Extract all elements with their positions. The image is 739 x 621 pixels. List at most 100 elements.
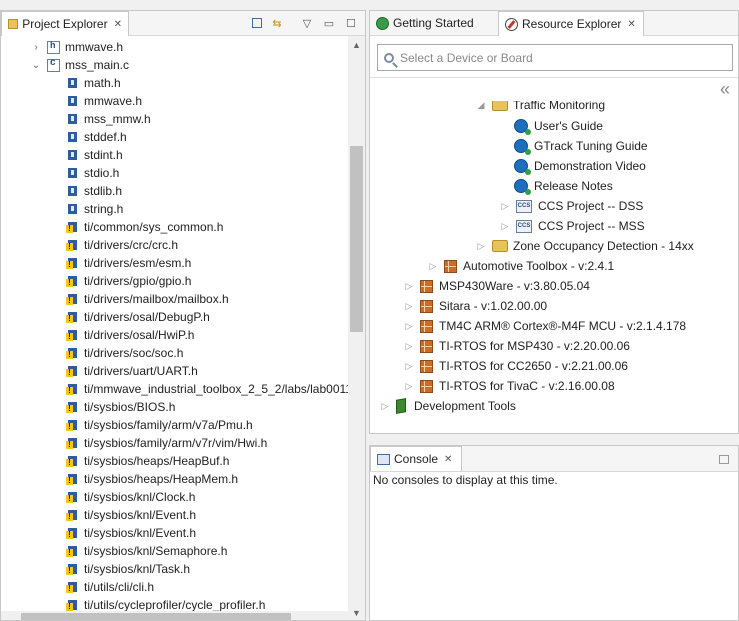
include-icon xyxy=(67,149,78,162)
collapse-all-icon[interactable] xyxy=(249,15,265,31)
resource-tree-item[interactable]: ▷ Sitara - v:1.02.00.00 xyxy=(404,296,548,316)
collapsed-arrow-icon[interactable]: ▷ xyxy=(404,361,414,372)
resource-tree-item[interactable]: GTrack Tuning Guide xyxy=(514,136,648,156)
tree-item[interactable]: ti/drivers/gpio/gpio.h xyxy=(66,272,191,290)
close-icon[interactable]: ✕ xyxy=(114,19,122,30)
resource-tree-item[interactable]: ▷ TI-RTOS for TivaC - v:2.16.00.08 xyxy=(404,376,615,396)
collapsed-arrow-icon[interactable]: ▷ xyxy=(404,281,414,292)
tab-getting-started[interactable]: Getting Started xyxy=(370,11,498,35)
folder-open-icon xyxy=(492,101,508,111)
tree-item[interactable]: stddef.h xyxy=(67,128,127,146)
include-icon xyxy=(67,167,78,180)
resource-tree-item[interactable]: ▷ Development Tools xyxy=(380,396,516,416)
tree-item[interactable]: ti/sysbios/knl/Clock.h xyxy=(66,488,195,506)
tree-item[interactable]: ti/drivers/soc/soc.h xyxy=(66,344,183,362)
project-explorer-view: Project Explorer ✕ ⇆ ▽ ▭ ☐ › mmwave.h ⌄ mss… xyxy=(0,10,366,621)
tree-item[interactable]: mmwave.h xyxy=(67,92,142,110)
resource-tree-item[interactable]: Demonstration Video xyxy=(514,156,646,176)
collapsed-arrow-icon[interactable]: ▷ xyxy=(500,201,510,212)
tree-item[interactable]: › mmwave.h xyxy=(31,38,123,56)
tree-item[interactable]: ti/drivers/mailbox/mailbox.h xyxy=(66,290,229,308)
collapsed-arrow-icon[interactable]: ▷ xyxy=(404,301,414,312)
close-icon[interactable]: ✕ xyxy=(627,19,635,30)
document-link-icon xyxy=(514,179,531,195)
tree-item[interactable]: ti/common/sys_common.h xyxy=(66,218,223,236)
resource-tree-item[interactable]: ▷ TI-RTOS for MSP430 - v:2.20.00.06 xyxy=(404,336,630,356)
collapsed-arrow-icon[interactable]: ▷ xyxy=(404,321,414,332)
ccs-project-icon: CCS xyxy=(516,219,532,233)
tree-item[interactable]: ti/sysbios/knl/Event.h xyxy=(66,524,196,542)
collapsed-arrow-icon[interactable]: ▷ xyxy=(500,221,510,232)
expanded-arrow-icon[interactable]: ◢ xyxy=(476,101,486,111)
include-icon xyxy=(67,95,78,108)
include-warning-icon xyxy=(66,455,78,468)
collapse-panel-icon[interactable]: « xyxy=(720,79,730,100)
scrollbar-thumb[interactable] xyxy=(21,613,291,620)
scroll-down-icon[interactable]: ▼ xyxy=(352,608,361,618)
device-search-input[interactable]: Select a Device or Board xyxy=(377,44,733,71)
tree-item[interactable]: ti/sysbios/heaps/HeapBuf.h xyxy=(66,452,229,470)
tree-item[interactable]: mss_mmw.h xyxy=(67,110,151,128)
tree-item-label: stdint.h xyxy=(84,148,123,162)
include-warning-icon xyxy=(66,545,78,558)
tree-item[interactable]: stdio.h xyxy=(67,164,119,182)
tree-item[interactable]: ti/sysbios/family/arm/v7r/vim/Hwi.h xyxy=(66,434,268,452)
tree-item-label: ti/sysbios/family/arm/v7r/vim/Hwi.h xyxy=(84,436,268,450)
tree-item[interactable]: ti/sysbios/knl/Semaphore.h xyxy=(66,542,227,560)
resource-tree-item[interactable]: ▷ CCS CCS Project -- DSS xyxy=(500,196,644,216)
scrollbar-thumb[interactable] xyxy=(350,146,363,332)
tab-resource-explorer[interactable]: Resource Explorer ✕ xyxy=(498,11,644,36)
tree-item[interactable]: ti/drivers/esm/esm.h xyxy=(66,254,191,272)
include-icon xyxy=(67,131,78,144)
tree-item[interactable]: ti/drivers/crc/crc.h xyxy=(66,236,178,254)
chevron-right-icon[interactable]: › xyxy=(31,42,41,53)
tab-console[interactable]: Console ✕ xyxy=(370,446,462,471)
tree-item[interactable]: ti/sysbios/heaps/HeapMem.h xyxy=(66,470,238,488)
horizontal-scrollbar[interactable] xyxy=(1,611,348,620)
collapsed-arrow-icon[interactable]: ▷ xyxy=(428,261,438,272)
resource-tree-item[interactable]: User's Guide xyxy=(514,116,603,136)
tab-project-explorer[interactable]: Project Explorer ✕ xyxy=(1,11,129,36)
resource-explorer-view: Getting Started Resource Explorer ✕ Sele… xyxy=(369,10,739,434)
chevron-down-icon[interactable]: ⌄ xyxy=(31,60,41,71)
collapsed-arrow-icon[interactable]: ▷ xyxy=(404,341,414,352)
close-icon[interactable]: ✕ xyxy=(444,454,452,465)
link-with-editor-icon[interactable]: ⇆ xyxy=(269,15,285,31)
scroll-up-icon[interactable]: ▲ xyxy=(352,40,361,50)
open-console-icon[interactable] xyxy=(716,451,732,467)
resource-tree-item[interactable]: ▷ Zone Occupancy Detection - 14xx xyxy=(476,236,694,256)
minimize-icon[interactable]: ▭ xyxy=(321,15,337,31)
tree-item[interactable]: stdlib.h xyxy=(67,182,122,200)
resource-tree-item[interactable]: ◢ Traffic Monitoring xyxy=(476,101,605,115)
tree-item[interactable]: ti/mmwave_industrial_toolbox_2_5_2/labs/… xyxy=(66,380,352,398)
tree-item[interactable]: ⌄ mss_main.c xyxy=(31,56,129,74)
tree-item[interactable]: ti/drivers/osal/HwiP.h xyxy=(66,326,194,344)
c-file-icon xyxy=(47,57,60,72)
include-warning-icon xyxy=(66,491,78,504)
tree-item[interactable]: ti/utils/cli/cli.h xyxy=(66,578,154,596)
resource-tree-item[interactable]: Release Notes xyxy=(514,176,613,196)
tree-item[interactable]: ti/sysbios/BIOS.h xyxy=(66,398,175,416)
resource-tree-item[interactable]: ▷ MSP430Ware - v:3.80.05.04 xyxy=(404,276,590,296)
resource-tree-item[interactable]: ▷ Automotive Toolbox - v:2.4.1 xyxy=(428,256,615,276)
tree-item[interactable]: ti/sysbios/knl/Event.h xyxy=(66,506,196,524)
collapsed-arrow-icon[interactable]: ▷ xyxy=(404,381,414,392)
tree-item[interactable]: ti/sysbios/knl/Task.h xyxy=(66,560,190,578)
vertical-scrollbar[interactable]: ▲ ▼ xyxy=(348,36,365,620)
collapsed-arrow-icon[interactable]: ▷ xyxy=(380,401,390,412)
tree-item[interactable]: ti/drivers/osal/DebugP.h xyxy=(66,308,210,326)
resource-tree-item[interactable]: ▷ TI-RTOS for CC2650 - v:2.21.00.06 xyxy=(404,356,628,376)
maximize-icon[interactable]: ☐ xyxy=(343,15,359,31)
include-warning-icon xyxy=(66,293,78,306)
tree-item[interactable]: stdint.h xyxy=(67,146,123,164)
collapsed-arrow-icon[interactable]: ▷ xyxy=(476,241,486,252)
package-icon xyxy=(420,319,433,333)
tree-item[interactable]: ti/drivers/uart/UART.h xyxy=(66,362,198,380)
resource-tree-item[interactable]: ▷ CCS CCS Project -- MSS xyxy=(500,216,645,236)
view-menu-icon[interactable]: ▽ xyxy=(299,15,315,31)
tree-item[interactable]: string.h xyxy=(67,200,123,218)
tree-item[interactable]: math.h xyxy=(67,74,121,92)
tree-item[interactable]: ti/sysbios/family/arm/v7a/Pmu.h xyxy=(66,416,253,434)
include-warning-icon xyxy=(66,599,78,612)
resource-tree-item[interactable]: ▷ TM4C ARM® Cortex®-M4F MCU - v:2.1.4.178 xyxy=(404,316,687,336)
